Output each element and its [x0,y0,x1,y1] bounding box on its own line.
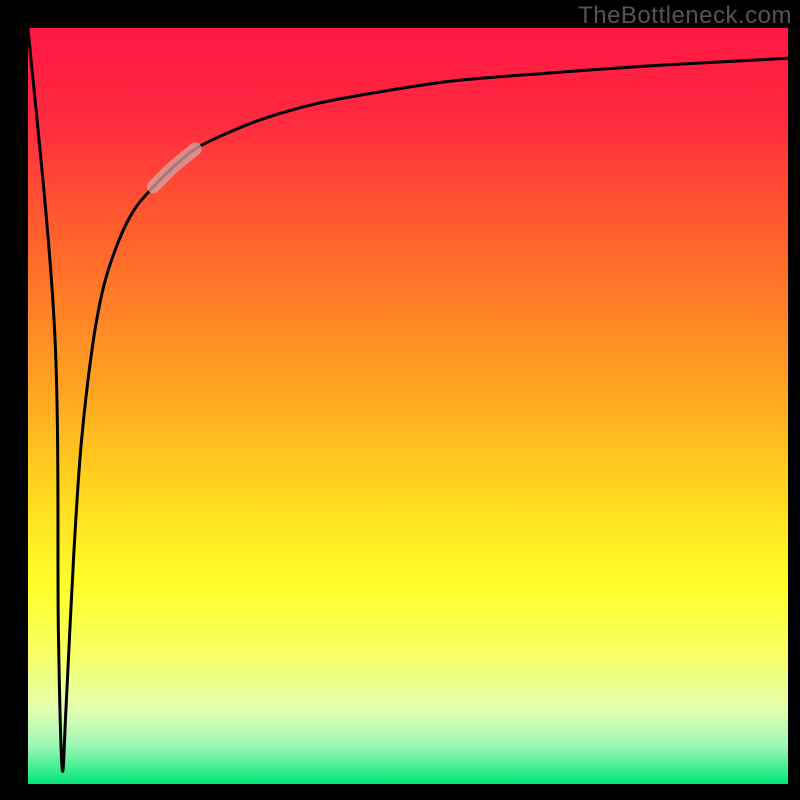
bottleneck-chart [0,0,800,800]
plot-area [28,28,788,784]
chart-frame: TheBottleneck.com [0,0,800,800]
watermark-text: TheBottleneck.com [578,2,792,30]
